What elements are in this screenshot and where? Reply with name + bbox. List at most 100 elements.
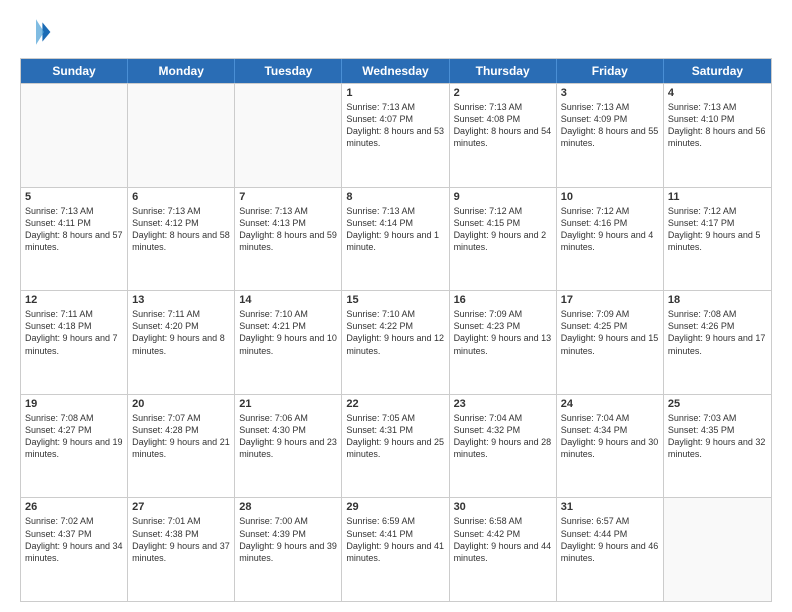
weekday-header-monday: Monday: [128, 59, 235, 83]
day-info: Sunrise: 7:13 AM Sunset: 4:13 PM Dayligh…: [239, 205, 337, 254]
day-info: Sunrise: 7:04 AM Sunset: 4:32 PM Dayligh…: [454, 412, 552, 461]
page: SundayMondayTuesdayWednesdayThursdayFrid…: [0, 0, 792, 612]
day-info: Sunrise: 7:12 AM Sunset: 4:15 PM Dayligh…: [454, 205, 552, 254]
calendar-row-2: 5 Sunrise: 7:13 AM Sunset: 4:11 PM Daylig…: [21, 187, 771, 291]
header: [20, 16, 772, 48]
day-info: Sunrise: 7:00 AM Sunset: 4:39 PM Dayligh…: [239, 515, 337, 564]
day-number: 10: [561, 191, 659, 203]
calendar-cell: 7 Sunrise: 7:13 AM Sunset: 4:13 PM Daylig…: [235, 188, 342, 291]
day-number: 8: [346, 191, 444, 203]
day-info: Sunrise: 7:09 AM Sunset: 4:23 PM Dayligh…: [454, 308, 552, 357]
calendar-cell: 9Sunrise: 7:12 AM Sunset: 4:15 PM Daylig…: [450, 188, 557, 291]
day-info: Sunrise: 7:09 AM Sunset: 4:25 PM Dayligh…: [561, 308, 659, 357]
calendar-cell: 18 Sunrise: 7:08 AM Sunset: 4:26 PM Dayli…: [664, 291, 771, 394]
calendar-cell: 16 Sunrise: 7:09 AM Sunset: 4:23 PM Dayli…: [450, 291, 557, 394]
day-number: 7: [239, 191, 337, 203]
calendar-cell: 13Sunrise: 7:11 AM Sunset: 4:20 PM Dayli…: [128, 291, 235, 394]
day-info: Sunrise: 7:13 AM Sunset: 4:11 PM Dayligh…: [25, 205, 123, 254]
day-number: 2: [454, 87, 552, 99]
calendar-cell: 22Sunrise: 7:05 AM Sunset: 4:31 PM Dayli…: [342, 395, 449, 498]
calendar-cell: 29 Sunrise: 6:59 AM Sunset: 4:41 PM Dayli…: [342, 498, 449, 601]
day-number: 28: [239, 501, 337, 513]
day-number: 12: [25, 294, 123, 306]
day-number: 19: [25, 398, 123, 410]
calendar-cell: 11 Sunrise: 7:12 AM Sunset: 4:17 PM Dayli…: [664, 188, 771, 291]
day-info: Sunrise: 7:10 AM Sunset: 4:21 PM Dayligh…: [239, 308, 337, 357]
calendar-cell: 6Sunrise: 7:13 AM Sunset: 4:12 PM Daylig…: [128, 188, 235, 291]
day-number: 29: [346, 501, 444, 513]
weekday-header-friday: Friday: [557, 59, 664, 83]
day-info: Sunrise: 7:02 AM Sunset: 4:37 PM Dayligh…: [25, 515, 123, 564]
day-info: Sunrise: 6:57 AM Sunset: 4:44 PM Dayligh…: [561, 515, 659, 564]
day-info: Sunrise: 7:13 AM Sunset: 4:12 PM Dayligh…: [132, 205, 230, 254]
calendar-cell: 1 Sunrise: 7:13 AM Sunset: 4:07 PM Daylig…: [342, 84, 449, 187]
calendar-row-5: 26 Sunrise: 7:02 AM Sunset: 4:37 PM Dayli…: [21, 497, 771, 601]
day-info: Sunrise: 7:13 AM Sunset: 4:09 PM Dayligh…: [561, 101, 659, 150]
calendar-cell: 30 Sunrise: 6:58 AM Sunset: 4:42 PM Dayli…: [450, 498, 557, 601]
calendar-cell: [21, 84, 128, 187]
calendar-cell: 21 Sunrise: 7:06 AM Sunset: 4:30 PM Dayli…: [235, 395, 342, 498]
calendar-cell: 15Sunrise: 7:10 AM Sunset: 4:22 PM Dayli…: [342, 291, 449, 394]
calendar-cell: [235, 84, 342, 187]
calendar: SundayMondayTuesdayWednesdayThursdayFrid…: [20, 58, 772, 602]
calendar-cell: 26 Sunrise: 7:02 AM Sunset: 4:37 PM Dayli…: [21, 498, 128, 601]
calendar-row-3: 12Sunrise: 7:11 AM Sunset: 4:18 PM Dayli…: [21, 290, 771, 394]
day-number: 3: [561, 87, 659, 99]
day-info: Sunrise: 7:04 AM Sunset: 4:34 PM Dayligh…: [561, 412, 659, 461]
day-number: 14: [239, 294, 337, 306]
day-info: Sunrise: 7:01 AM Sunset: 4:38 PM Dayligh…: [132, 515, 230, 564]
calendar-cell: 4Sunrise: 7:13 AM Sunset: 4:10 PM Daylig…: [664, 84, 771, 187]
calendar-cell: [128, 84, 235, 187]
calendar-cell: 27 Sunrise: 7:01 AM Sunset: 4:38 PM Dayli…: [128, 498, 235, 601]
day-info: Sunrise: 7:12 AM Sunset: 4:17 PM Dayligh…: [668, 205, 767, 254]
day-number: 26: [25, 501, 123, 513]
day-info: Sunrise: 6:59 AM Sunset: 4:41 PM Dayligh…: [346, 515, 444, 564]
day-info: Sunrise: 7:13 AM Sunset: 4:07 PM Dayligh…: [346, 101, 444, 150]
day-info: Sunrise: 7:05 AM Sunset: 4:31 PM Dayligh…: [346, 412, 444, 461]
calendar-cell: 5 Sunrise: 7:13 AM Sunset: 4:11 PM Daylig…: [21, 188, 128, 291]
day-number: 15: [346, 294, 444, 306]
day-info: Sunrise: 7:06 AM Sunset: 4:30 PM Dayligh…: [239, 412, 337, 461]
day-info: Sunrise: 7:12 AM Sunset: 4:16 PM Dayligh…: [561, 205, 659, 254]
weekday-header-thursday: Thursday: [450, 59, 557, 83]
calendar-cell: 2 Sunrise: 7:13 AM Sunset: 4:08 PM Daylig…: [450, 84, 557, 187]
calendar-cell: 25Sunrise: 7:03 AM Sunset: 4:35 PM Dayli…: [664, 395, 771, 498]
calendar-cell: 20 Sunrise: 7:07 AM Sunset: 4:28 PM Dayli…: [128, 395, 235, 498]
calendar-cell: 28 Sunrise: 7:00 AM Sunset: 4:39 PM Dayli…: [235, 498, 342, 601]
day-number: 1: [346, 87, 444, 99]
calendar-cell: 23 Sunrise: 7:04 AM Sunset: 4:32 PM Dayli…: [450, 395, 557, 498]
calendar-body: 1 Sunrise: 7:13 AM Sunset: 4:07 PM Daylig…: [21, 83, 771, 601]
day-number: 23: [454, 398, 552, 410]
calendar-cell: [664, 498, 771, 601]
calendar-cell: 17Sunrise: 7:09 AM Sunset: 4:25 PM Dayli…: [557, 291, 664, 394]
day-info: Sunrise: 6:58 AM Sunset: 4:42 PM Dayligh…: [454, 515, 552, 564]
calendar-cell: 24 Sunrise: 7:04 AM Sunset: 4:34 PM Dayli…: [557, 395, 664, 498]
day-number: 16: [454, 294, 552, 306]
calendar-cell: 14 Sunrise: 7:10 AM Sunset: 4:21 PM Dayli…: [235, 291, 342, 394]
day-info: Sunrise: 7:13 AM Sunset: 4:08 PM Dayligh…: [454, 101, 552, 150]
weekday-header-sunday: Sunday: [21, 59, 128, 83]
day-info: Sunrise: 7:08 AM Sunset: 4:26 PM Dayligh…: [668, 308, 767, 357]
day-info: Sunrise: 7:13 AM Sunset: 4:14 PM Dayligh…: [346, 205, 444, 254]
calendar-cell: 31Sunrise: 6:57 AM Sunset: 4:44 PM Dayli…: [557, 498, 664, 601]
logo: [20, 16, 56, 48]
day-number: 11: [668, 191, 767, 203]
calendar-cell: 12Sunrise: 7:11 AM Sunset: 4:18 PM Dayli…: [21, 291, 128, 394]
day-number: 24: [561, 398, 659, 410]
day-number: 30: [454, 501, 552, 513]
day-number: 4: [668, 87, 767, 99]
day-number: 20: [132, 398, 230, 410]
day-number: 5: [25, 191, 123, 203]
weekday-header-tuesday: Tuesday: [235, 59, 342, 83]
day-number: 21: [239, 398, 337, 410]
calendar-cell: 8 Sunrise: 7:13 AM Sunset: 4:14 PM Daylig…: [342, 188, 449, 291]
calendar-cell: 10 Sunrise: 7:12 AM Sunset: 4:16 PM Dayli…: [557, 188, 664, 291]
calendar-header: SundayMondayTuesdayWednesdayThursdayFrid…: [21, 59, 771, 83]
day-info: Sunrise: 7:03 AM Sunset: 4:35 PM Dayligh…: [668, 412, 767, 461]
day-number: 27: [132, 501, 230, 513]
day-number: 18: [668, 294, 767, 306]
calendar-row-1: 1 Sunrise: 7:13 AM Sunset: 4:07 PM Daylig…: [21, 83, 771, 187]
weekday-header-saturday: Saturday: [664, 59, 771, 83]
logo-icon: [20, 16, 52, 48]
day-info: Sunrise: 7:07 AM Sunset: 4:28 PM Dayligh…: [132, 412, 230, 461]
